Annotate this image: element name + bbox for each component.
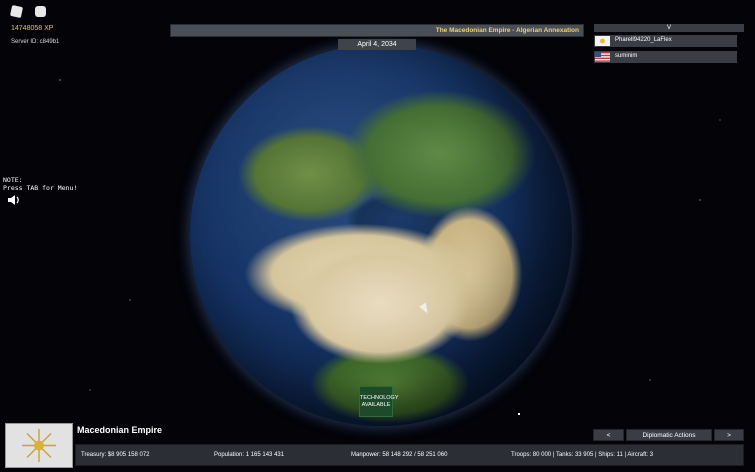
- server-id: Server ID: c849b1: [11, 39, 60, 45]
- tanks-label: Tanks:: [555, 452, 574, 458]
- stat-separator: |: [595, 452, 597, 458]
- xp-counter: 14748058 XP: [11, 25, 54, 32]
- population-label: Population:: [214, 452, 245, 458]
- stat-separator: |: [552, 452, 555, 458]
- ships-label: Ships:: [598, 452, 615, 458]
- population-value: 1 165 143 431: [245, 452, 285, 458]
- ships-value: 11: [616, 452, 623, 458]
- player-row[interactable]: Pharell94220_LaFlex: [594, 35, 737, 47]
- player-row[interactable]: suminim: [594, 51, 737, 63]
- treasury-stat: Treasury: $8 905 158 072: [81, 452, 150, 458]
- technology-available-button[interactable]: TECHNOLOGY AVAILABLE: [359, 386, 399, 417]
- nation-stats-bar: Treasury: $8 905 158 072 Population: 1 1…: [75, 444, 744, 466]
- stat-separator: |: [624, 452, 627, 458]
- menu-note: NOTE: Press TAB for Menu!: [3, 176, 77, 192]
- world-globe[interactable]: [190, 44, 572, 426]
- nation-flag[interactable]: [5, 423, 73, 468]
- note-title: NOTE:: [3, 176, 23, 184]
- manpower-max-value: 58 251 060: [417, 452, 448, 458]
- player-name: Pharell94220_LaFlex: [615, 37, 672, 43]
- chat-icon[interactable]: [35, 6, 46, 17]
- manpower-label: Manpower:: [351, 452, 381, 458]
- treasury-label: Treasury:: [81, 452, 107, 458]
- troops-label: Troops:: [511, 452, 532, 458]
- manpower-stat: Manpower: 58 148 292 / 58 251 060: [351, 452, 447, 458]
- roblox-logo-icon[interactable]: [9, 4, 24, 19]
- population-stat: Population: 1 165 143 431: [214, 452, 284, 458]
- troops-value: 80 000: [532, 452, 552, 458]
- diplomacy-next-button[interactable]: >: [714, 429, 744, 441]
- military-stats: Troops: 80 000 | Tanks: 33 905 | Ships: …: [511, 452, 653, 458]
- treasury-value: $8 905 158 072: [107, 452, 150, 458]
- diplomatic-actions-button[interactable]: Diplomatic Actions: [626, 429, 712, 441]
- event-banner: The Macedonian Empire - Algerian Annexat…: [170, 24, 584, 37]
- diplomacy-prev-button[interactable]: <: [593, 429, 624, 441]
- player-list-toggle[interactable]: V: [594, 24, 744, 32]
- aircraft-value: 3: [649, 452, 654, 458]
- tech-label-line2: AVAILABLE: [361, 402, 391, 408]
- macedonian-empire-flag-icon: [595, 36, 610, 46]
- event-banner-text: The Macedonian Empire - Algerian Annexat…: [435, 27, 579, 34]
- game-date: April 4, 2034: [338, 39, 416, 50]
- manpower-value: 58 148 292: [382, 452, 413, 458]
- usa-flag-icon: [595, 52, 610, 62]
- player-name: suminim: [615, 53, 638, 59]
- vergina-sun-icon: [6, 424, 72, 467]
- nation-name: Macedonian Empire: [77, 425, 163, 435]
- note-text: Press TAB for Menu!: [3, 184, 78, 192]
- aircraft-label: Aircraft:: [627, 452, 649, 458]
- tech-label-line1: TECHNOLOGY: [360, 395, 399, 401]
- tanks-value: 33 905: [574, 452, 594, 458]
- speaker-icon[interactable]: [7, 194, 21, 206]
- manpower-separator: /: [414, 452, 416, 458]
